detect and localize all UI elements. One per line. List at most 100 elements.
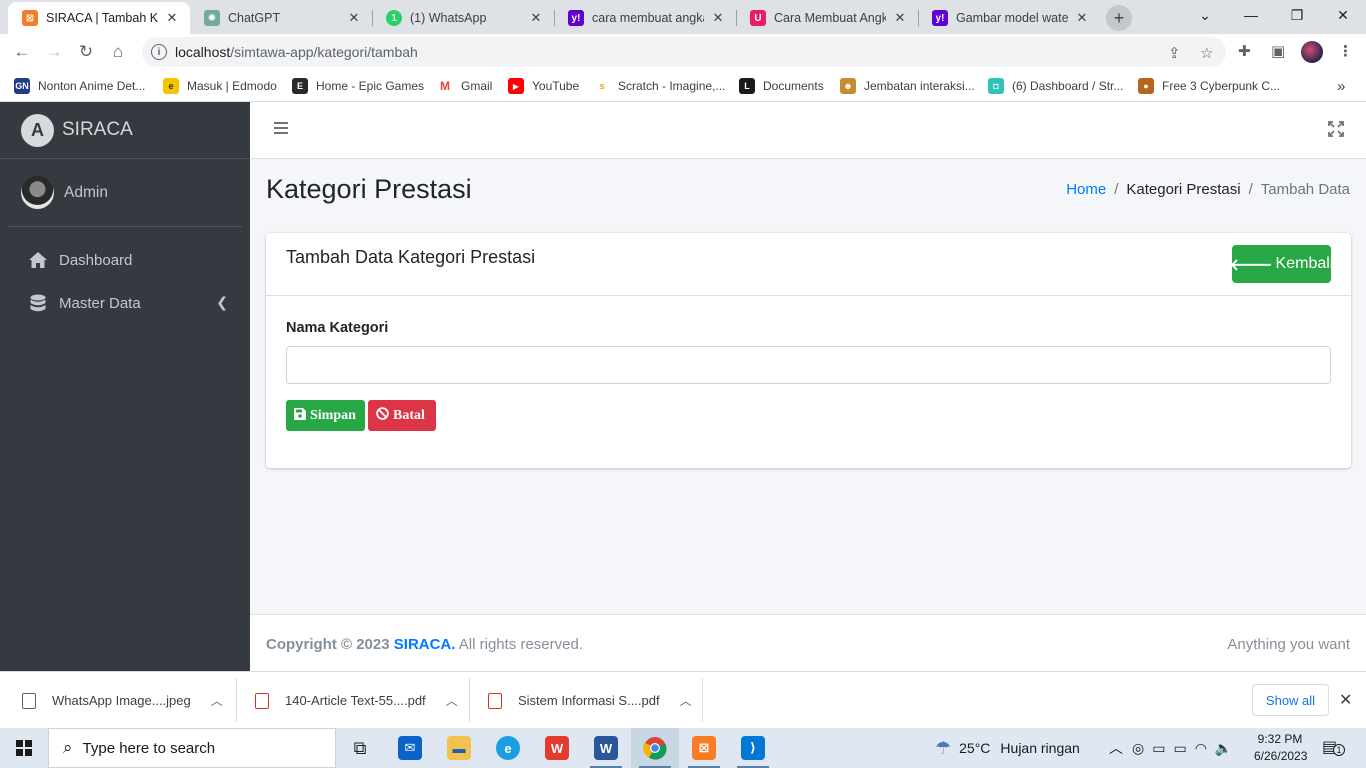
close-tab-icon[interactable]: ✕ [710,10,726,26]
system-tray: ︿ ◎ ▭ ▭ ◠ 🔈 [1109,728,1232,768]
download-item[interactable]: 140-Article Text-55....pdf ︿ [255,672,458,729]
dashboard-icon: ◘ [988,78,1004,94]
wps-office-icon[interactable]: W [533,728,581,768]
chevron-up-icon[interactable]: ︿ [1109,738,1123,758]
vscode-icon[interactable]: ⟩ [729,728,777,768]
fullscreen-icon[interactable] [1328,121,1344,137]
restore-icon[interactable]: ❐ [1274,0,1320,30]
new-tab-icon[interactable]: + [1106,5,1132,31]
volume-icon[interactable]: 🔈 [1215,740,1232,757]
extensions-puzzle-icon[interactable]: ✚ [1238,42,1251,60]
brand-link[interactable]: A SIRACA [0,102,250,159]
minimize-icon[interactable]: — [1228,0,1274,30]
windows-logo-icon [16,740,32,756]
tab-whatsapp[interactable]: 1 (1) WhatsApp ✕ [372,2,554,34]
chevron-up-icon[interactable]: ︿ [680,692,692,709]
tab-siraca[interactable]: ⊠ SIRACA | Tambah Kate ✕ [8,2,190,34]
floppy-disk-icon [294,407,306,424]
bookmark-documents[interactable]: L Documents [739,77,824,95]
wifi-icon[interactable]: ◠ [1195,740,1207,757]
nama-kategori-input[interactable] [286,346,1331,384]
battery-icon[interactable]: ▭ [1173,740,1186,757]
bookmark-cyberpunk[interactable]: ● Free 3 Cyberpunk C... [1138,77,1280,95]
site-info-icon[interactable]: i [151,44,167,60]
file-explorer-icon[interactable]: ▬ [435,728,483,768]
home-icon[interactable]: ⌂ [106,40,130,64]
taskbar-clock[interactable]: 9:32 PM 6/26/2023 [1254,731,1307,765]
display-icon[interactable]: ▭ [1152,740,1165,757]
close-tab-icon[interactable]: ✕ [164,10,180,26]
tab-search-chevron-icon[interactable]: ⌄ [1182,0,1228,30]
word-icon[interactable]: W [582,728,630,768]
bookmark-label: Free 3 Cyberpunk C... [1162,79,1281,93]
save-button[interactable]: Simpan [286,400,365,431]
bookmark-edmodo[interactable]: e Masuk | Edmodo [163,77,277,95]
address-bar[interactable]: i localhost/simtawa-app/kategori/tambah … [142,37,1226,67]
reload-icon[interactable]: ↻ [74,40,98,64]
content-wrapper: Kategori Prestasi Home / Kategori Presta… [250,102,1366,671]
back-button[interactable]: 🡐 Kembali [1230,245,1333,283]
bookmark-nonton-anime[interactable]: GN Nonton Anime Det... [14,77,145,95]
bookmark-star-icon[interactable]: ☆ [1200,44,1213,62]
sidebar-item-master-data[interactable]: Master Data ❮ [8,282,242,324]
chevron-up-icon[interactable]: ︿ [446,692,458,709]
footer-brand-link[interactable]: SIRACA. [394,636,456,653]
tab-cara-membuat-angka[interactable]: U Cara Membuat Angka ✕ [736,2,918,34]
bookmark-scratch[interactable]: ꜱ Scratch - Imagine,... [594,77,725,95]
show-all-downloads-button[interactable]: Show all [1252,684,1329,716]
bookmark-jembatan[interactable]: ☻ Jembatan interaksi... [840,77,975,95]
brand-logo-icon: A [21,113,54,147]
chrome-icon[interactable] [631,728,679,768]
weather-widget[interactable]: ☂ 25°C Hujan ringan [935,728,1080,768]
bookmarks-overflow-icon[interactable]: » [1337,77,1345,95]
xampp-icon[interactable]: ⊠ [680,728,728,768]
close-shelf-icon[interactable]: ✕ [1339,690,1352,710]
edge-icon[interactable]: e [484,728,532,768]
close-tab-icon[interactable]: ✕ [1074,10,1090,26]
bookmark-gmail[interactable]: M Gmail [437,77,492,95]
yahoo-icon: y! [932,10,948,26]
bookmark-dashboard[interactable]: ◘ (6) Dashboard / Str... [988,77,1123,95]
user-panel[interactable]: Admin [8,159,242,227]
page-title: Kategori Prestasi [266,174,472,204]
taskbar-search[interactable]: ⌕ Type here to search [48,728,336,768]
menu-toggle-icon[interactable] [274,122,288,136]
breadcrumb-home-link[interactable]: Home [1066,181,1106,198]
tab-title: (1) WhatsApp [410,11,487,25]
profile-avatar[interactable] [1301,41,1323,63]
task-view-icon[interactable]: ⧉ [336,728,384,768]
menu-kebab-icon[interactable]: ⋮ [1338,42,1353,60]
chevron-up-icon[interactable]: ︿ [211,692,223,709]
close-tab-icon[interactable]: ✕ [528,10,544,26]
forward-arrow-icon[interactable]: → [42,40,66,64]
mail-app-icon[interactable]: ✉ [386,728,434,768]
database-icon [27,293,49,313]
share-icon[interactable]: ⇪ [1168,44,1181,62]
download-item[interactable]: WhatsApp Image....jpeg ︿ [22,672,223,729]
side-panel-icon[interactable]: ▣ [1271,42,1285,60]
url-text: localhost/simtawa-app/kategori/tambah [175,44,418,60]
close-tab-icon[interactable]: ✕ [346,10,362,26]
bookmark-label: Gmail [461,79,493,93]
notification-center-icon[interactable]: ▤ 1 [1322,737,1345,757]
bookmark-epic-games[interactable]: E Home - Epic Games [292,77,424,95]
bookmark-label: Scratch - Imagine,... [618,79,726,93]
back-arrow-icon[interactable]: ← [10,40,34,64]
cancel-button-label: Batal [393,407,425,423]
bookmark-youtube[interactable]: ▶ YouTube [508,77,579,95]
sidebar-item-dashboard[interactable]: Dashboard [8,239,242,281]
app-sidebar: A SIRACA Admin Dashboard Master Data ❮ [0,102,250,671]
card-body: Nama Kategori Simpan Batal [266,296,1351,455]
meet-now-icon[interactable]: ◎ [1132,740,1144,757]
tab-chatgpt[interactable]: ✺ ChatGPT ✕ [190,2,372,34]
close-tab-icon[interactable]: ✕ [892,10,908,26]
start-button[interactable] [0,728,48,768]
url-host: localhost [175,44,231,60]
search-placeholder: Type here to search [82,739,216,757]
download-item[interactable]: Sistem Informasi S....pdf ︿ [488,672,692,729]
tab-cara-membuat-angka-yahoo[interactable]: y! cara membuat angka ✕ [554,2,736,34]
close-window-icon[interactable]: ✕ [1320,0,1366,30]
tab-gambar-model[interactable]: y! Gambar model water ✕ [918,2,1100,34]
cancel-button[interactable]: Batal [368,400,436,431]
browser-toolbar: ← → ↻ ⌂ i localhost/simtawa-app/kategori… [0,34,1366,70]
